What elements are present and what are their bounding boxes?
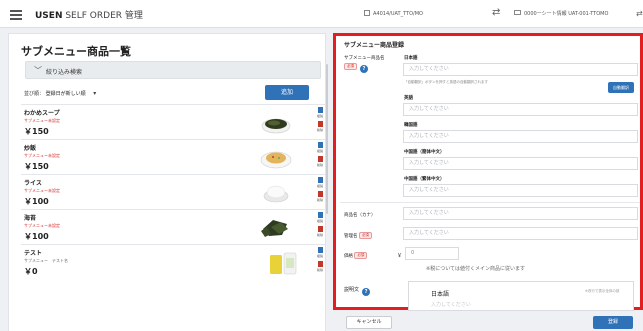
page-title: サブメニュー商品一覧 xyxy=(21,45,131,58)
copy-icon xyxy=(317,142,323,148)
item-list: わかめスープ サブメニュー未設定 ￥150 複製 削除 炒飯 サブメニュー未設定… xyxy=(21,104,325,279)
caret-down-icon: ▾ xyxy=(93,90,97,97)
yen-sign: ￥ xyxy=(397,253,403,259)
name-zh-simplified-input[interactable]: 入力してください xyxy=(403,157,638,170)
list-item[interactable]: わかめスープ サブメニュー未設定 ￥150 複製 削除 xyxy=(21,104,325,139)
auto-translate-button[interactable]: 自動翻訳 xyxy=(608,82,634,93)
price-input[interactable]: 0 xyxy=(405,247,459,260)
monitor-icon xyxy=(514,10,521,15)
trash-icon xyxy=(317,121,323,127)
item-thumbnail xyxy=(261,118,291,134)
copy-button[interactable]: 複製 xyxy=(313,212,327,223)
form-title: サブメニュー商品登録 xyxy=(344,42,405,49)
kana-input[interactable]: 入力してください xyxy=(403,207,638,220)
kana-label: 商品名（カナ） xyxy=(344,213,376,218)
copy-icon xyxy=(317,247,323,253)
price-note: ※税については値付くメイン商品に従います xyxy=(426,266,525,272)
switch-icon[interactable]: ⇄ xyxy=(492,7,500,18)
lang-zh-traditional-label: 中国語（繁体中文） xyxy=(404,177,445,182)
lang-zh-simplified-label: 中国語（簡体中文） xyxy=(404,150,445,155)
store-selector[interactable]: A4014/UAT_TTO/MO xyxy=(364,10,423,17)
divider xyxy=(340,202,640,203)
trash-icon xyxy=(317,226,323,232)
trash-icon xyxy=(317,191,323,197)
required-badge: 必須 xyxy=(354,252,368,259)
copy-button[interactable]: 複製 xyxy=(313,177,327,188)
required-badge: 必須 xyxy=(344,63,357,70)
description-label: 説明文? xyxy=(344,286,371,296)
lang-en-label: 英語 xyxy=(404,96,413,101)
list-item[interactable]: ライス サブメニュー未設定 ￥100 複製 削除 xyxy=(21,174,325,209)
delete-button[interactable]: 削除 xyxy=(313,191,327,202)
menu-icon[interactable] xyxy=(10,10,22,20)
chevron-down-icon: ﹀ xyxy=(34,66,42,75)
item-thumbnail xyxy=(270,252,297,275)
delete-button[interactable]: 削除 xyxy=(313,156,327,167)
seat-selector[interactable]: 0000ーシート情報 UAT-001-TTOMO xyxy=(514,10,608,17)
add-button[interactable]: 追加 xyxy=(265,85,309,100)
copy-icon xyxy=(317,107,323,113)
name-en-input[interactable]: 入力してください xyxy=(403,103,638,116)
required-badge: 必須 xyxy=(358,232,372,239)
name-label: サブメニュー商品名 xyxy=(344,56,385,61)
delete-button[interactable]: 削除 xyxy=(313,226,327,237)
cancel-button[interactable]: キャンセル xyxy=(346,316,392,329)
item-thumbnail xyxy=(261,220,288,237)
delete-button[interactable]: 削除 xyxy=(313,261,327,272)
register-button[interactable]: 登録 xyxy=(593,316,633,329)
copy-button[interactable]: 複製 xyxy=(313,142,327,153)
account-icon[interactable]: ⇄ xyxy=(636,9,643,18)
help-icon[interactable]: ? xyxy=(362,288,371,296)
name-zh-traditional-input[interactable]: 入力してください xyxy=(403,184,638,197)
copy-icon xyxy=(317,212,323,218)
list-scrollbar[interactable] xyxy=(326,64,328,214)
list-item[interactable]: 海苔 サブメニュー未設定 ￥100 複製 削除 xyxy=(21,209,325,244)
help-icon[interactable]: ? xyxy=(360,65,368,73)
name-ko-input[interactable]: 入力してください xyxy=(403,130,638,143)
store-icon xyxy=(364,10,370,16)
trash-icon xyxy=(317,156,323,162)
lang-ko-label: 韓国語 xyxy=(404,123,418,128)
item-thumbnail xyxy=(260,151,292,169)
submenu-list-panel: サブメニュー商品一覧 ﹀ 絞り込み検索 並び順： 登録日が新しい順 ▾ 追加 わ… xyxy=(8,33,326,331)
list-item[interactable]: テスト サブメニュー テスト名 ￥0 複製 削除 xyxy=(21,244,325,279)
price-label: 価格 必須 xyxy=(344,252,368,259)
trash-icon xyxy=(317,261,323,267)
translate-note: 「自動翻訳」ボタンを押すと英語の自動翻訳されます xyxy=(404,80,488,84)
admin-name-input[interactable]: 入力してください xyxy=(403,227,638,240)
app-title: USEN SELF ORDER 管理 xyxy=(35,11,143,21)
copy-icon xyxy=(317,177,323,183)
item-thumbnail xyxy=(263,185,289,203)
sort-select[interactable]: 並び順： 登録日が新しい順 ▾ xyxy=(24,90,96,97)
filter-toggle[interactable]: ﹀ 絞り込み検索 xyxy=(25,61,321,79)
name-ja-input[interactable]: 入力してください xyxy=(403,63,638,76)
top-bar: USEN SELF ORDER 管理 A4014/UAT_TTO/MO ⇄ 00… xyxy=(0,0,643,28)
copy-button[interactable]: 複製 xyxy=(313,247,327,258)
submenu-form-panel: サブメニュー商品登録 サブメニュー商品名 必須? 日本語 入力してください 「自… xyxy=(333,33,643,311)
copy-button[interactable]: 複製 xyxy=(313,107,327,118)
lang-ja-label: 日本語 xyxy=(404,56,418,61)
admin-name-label: 管理名 必須 xyxy=(344,232,372,239)
description-editor[interactable]: 日本語 ※改行で表示全体の部 入力してください xyxy=(408,281,634,311)
name-required-row: 必須? xyxy=(344,63,368,73)
list-item[interactable]: 炒飯 サブメニュー未設定 ￥150 複製 削除 xyxy=(21,139,325,174)
delete-button[interactable]: 削除 xyxy=(313,121,327,132)
